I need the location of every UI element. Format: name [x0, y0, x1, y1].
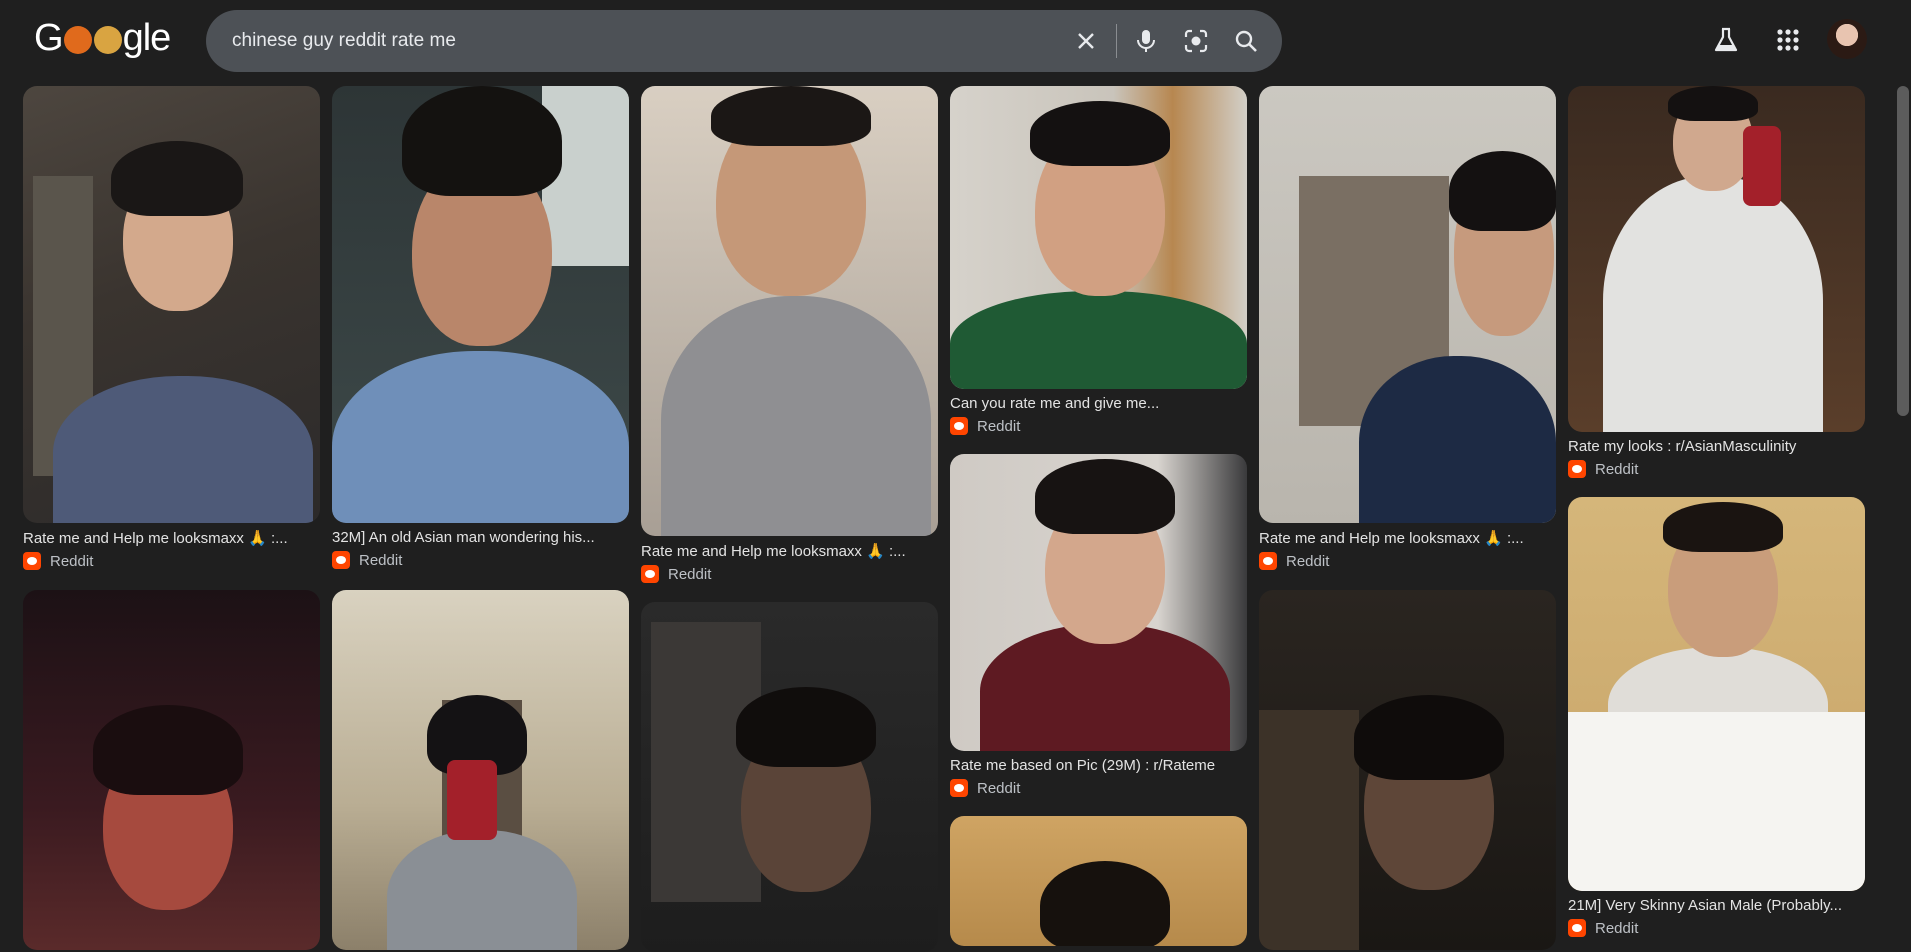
person-hair: [1663, 502, 1783, 552]
reddit-icon: [332, 551, 350, 569]
reddit-icon: [641, 565, 659, 583]
result-thumbnail[interactable]: [1259, 590, 1556, 950]
person-hair: [711, 86, 871, 146]
person-hair: [1040, 861, 1170, 946]
search-box[interactable]: chinese guy reddit rate me: [206, 10, 1282, 72]
result-thumbnail[interactable]: [950, 86, 1247, 389]
search-input[interactable]: chinese guy reddit rate me: [232, 10, 456, 72]
reddit-icon: [950, 417, 968, 435]
person-shirt: [950, 291, 1247, 389]
reddit-icon: [1568, 919, 1586, 937]
google-logo[interactable]: G gle: [34, 16, 172, 60]
result-caption[interactable]: Rate me and Help me looksmaxx 🙏 :...: [1259, 529, 1556, 547]
person-hair: [1035, 459, 1175, 534]
result-thumbnail[interactable]: [332, 590, 629, 950]
result-caption[interactable]: Rate me and Help me looksmaxx 🙏 :...: [641, 542, 938, 560]
result-source[interactable]: Reddit: [641, 565, 938, 583]
logo-doodle-ball: [93, 26, 122, 54]
logo-doodle-ball: [63, 26, 92, 54]
person-shirt: [332, 351, 629, 523]
reddit-icon: [23, 552, 41, 570]
result-source[interactable]: Reddit: [1568, 460, 1865, 478]
person-shirt: [53, 376, 313, 523]
person-hair: [1668, 86, 1758, 121]
room-furniture: [1259, 710, 1359, 950]
person-shirt: [1359, 356, 1556, 523]
avatar[interactable]: [1827, 19, 1867, 59]
person-hair: [93, 705, 243, 795]
source-label: Reddit: [668, 565, 712, 583]
paper-sign: [1568, 712, 1865, 891]
result-source[interactable]: Reddit: [23, 552, 320, 570]
reddit-icon: [1568, 460, 1586, 478]
source-label: Reddit: [1286, 552, 1330, 570]
image-result[interactable]: 32M] An old Asian man wondering his... R…: [332, 86, 629, 569]
image-result[interactable]: [641, 602, 938, 952]
scrollbar[interactable]: [1897, 86, 1909, 416]
result-thumbnail[interactable]: [23, 590, 320, 950]
image-result[interactable]: Rate my looks : r/AsianMasculinity Reddi…: [1568, 86, 1865, 478]
google-lens-icon[interactable]: [1182, 27, 1210, 55]
person-hair: [1449, 151, 1556, 231]
image-result[interactable]: [950, 816, 1247, 946]
microphone-icon[interactable]: [1132, 27, 1160, 55]
reddit-icon: [950, 779, 968, 797]
reddit-icon: [1259, 552, 1277, 570]
source-label: Reddit: [977, 417, 1021, 435]
result-thumbnail[interactable]: [641, 602, 938, 952]
result-thumbnail[interactable]: [23, 86, 320, 523]
result-source[interactable]: Reddit: [332, 551, 629, 569]
source-label: Reddit: [50, 552, 94, 570]
result-thumbnail[interactable]: [641, 86, 938, 536]
image-result[interactable]: Rate me based on Pic (29M) : r/Rateme Re…: [950, 454, 1247, 797]
image-result[interactable]: Can you rate me and give me... Reddit: [950, 86, 1247, 435]
result-source[interactable]: Reddit: [1259, 552, 1556, 570]
image-result[interactable]: Rate me and Help me looksmaxx 🙏 :... Red…: [641, 86, 938, 583]
result-caption[interactable]: Rate me and Help me looksmaxx 🙏 :...: [23, 529, 320, 547]
image-result[interactable]: [1259, 590, 1556, 950]
image-result[interactable]: 21M] Very Skinny Asian Male (Probably...…: [1568, 497, 1865, 937]
person-shirt: [387, 830, 577, 950]
top-bar: G gle chinese guy reddit rate me: [0, 0, 1911, 84]
phone: [1743, 126, 1781, 206]
result-caption[interactable]: Can you rate me and give me...: [950, 395, 1247, 412]
result-source[interactable]: Reddit: [950, 417, 1247, 435]
phone: [447, 760, 497, 840]
result-thumbnail[interactable]: [332, 86, 629, 523]
flask-icon[interactable]: [1708, 22, 1744, 58]
image-result[interactable]: Rate me and Help me looksmaxx 🙏 :... Red…: [23, 86, 320, 570]
result-source[interactable]: Reddit: [950, 779, 1247, 797]
logo-letters: gle: [122, 16, 172, 59]
result-thumbnail[interactable]: [950, 454, 1247, 751]
result-caption[interactable]: 21M] Very Skinny Asian Male (Probably...: [1568, 897, 1865, 914]
bookshelf: [651, 622, 761, 902]
result-thumbnail[interactable]: [1259, 86, 1556, 523]
person-hair: [402, 86, 562, 196]
result-caption[interactable]: Rate me based on Pic (29M) : r/Rateme: [950, 757, 1247, 774]
apps-grid-icon[interactable]: [1770, 22, 1806, 58]
result-caption[interactable]: Rate my looks : r/AsianMasculinity: [1568, 438, 1865, 455]
image-result[interactable]: Rate me and Help me looksmaxx 🙏 :... Red…: [1259, 86, 1556, 570]
result-thumbnail[interactable]: [1568, 86, 1865, 432]
result-thumbnail[interactable]: [950, 816, 1247, 946]
result-thumbnail[interactable]: [1568, 497, 1865, 891]
person-hair: [1030, 101, 1170, 166]
source-label: Reddit: [359, 551, 403, 569]
search-icon[interactable]: [1232, 27, 1260, 55]
person-hair: [111, 141, 243, 216]
person-hair: [736, 687, 876, 767]
person-hair: [1354, 695, 1504, 780]
source-label: Reddit: [1595, 919, 1639, 937]
image-result[interactable]: [23, 590, 320, 950]
person-shirt: [1603, 176, 1823, 432]
source-label: Reddit: [977, 779, 1021, 797]
result-caption[interactable]: 32M] An old Asian man wondering his...: [332, 529, 629, 546]
divider: [1116, 24, 1117, 58]
result-source[interactable]: Reddit: [1568, 919, 1865, 937]
image-result[interactable]: [332, 590, 629, 950]
close-icon[interactable]: [1072, 27, 1100, 55]
logo-letter: G: [34, 16, 64, 59]
source-label: Reddit: [1595, 460, 1639, 478]
person-hoodie: [661, 296, 931, 536]
